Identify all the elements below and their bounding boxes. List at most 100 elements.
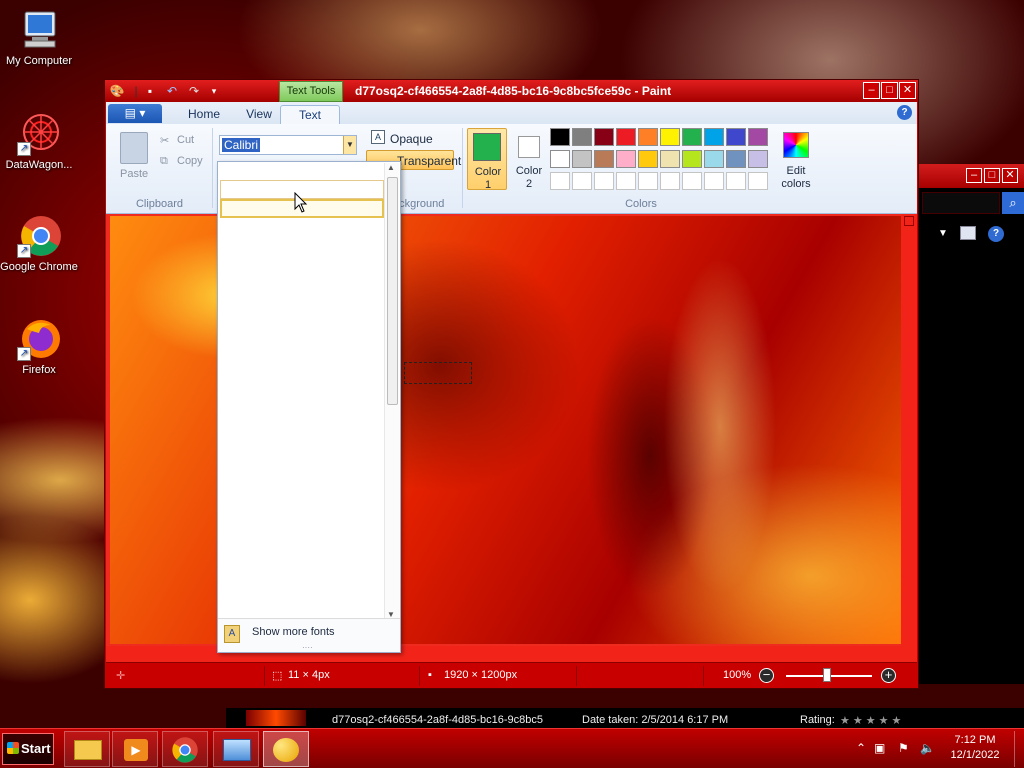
font-family-dropdown[interactable]: ▲ ▼ A Show more fonts ····: [217, 161, 401, 653]
scroll-up-icon[interactable]: [904, 216, 914, 226]
palette-swatch[interactable]: [660, 128, 680, 146]
customize-qat-icon[interactable]: ▾: [205, 82, 223, 100]
palette-swatch[interactable]: [704, 150, 724, 168]
palette-swatch[interactable]: [726, 128, 746, 146]
show-hidden-icons-icon[interactable]: ⌃: [856, 741, 866, 755]
help-icon[interactable]: ?: [988, 226, 1004, 242]
palette-swatch[interactable]: [572, 172, 592, 190]
palette-swatch[interactable]: [572, 128, 592, 146]
desktop-icon-firefox[interactable]: ↗ Firefox: [0, 317, 79, 376]
cut-icon[interactable]: ✂: [160, 134, 169, 147]
save-icon[interactable]: ▪: [141, 82, 159, 100]
palette-swatch[interactable]: [550, 128, 570, 146]
pane-view-icon[interactable]: [960, 226, 976, 240]
tab-view[interactable]: View: [234, 105, 284, 124]
background-window-search-input[interactable]: [922, 192, 1000, 214]
palette-swatch[interactable]: [748, 150, 768, 168]
zoom-in-icon[interactable]: +: [881, 668, 896, 683]
font-list-scroll-thumb[interactable]: [387, 177, 398, 405]
copy-button[interactable]: Copy: [177, 155, 203, 167]
palette-swatch[interactable]: [638, 128, 658, 146]
rating-stars-icon[interactable]: ★★★★★: [840, 714, 904, 727]
volume-icon[interactable]: 🔈: [920, 741, 935, 755]
palette-swatch[interactable]: [660, 172, 680, 190]
taskbar-file-explorer[interactable]: [64, 731, 110, 767]
zoom-out-icon[interactable]: −: [759, 668, 774, 683]
background-window[interactable]: – □ ✕ ⌕ ▼ ?: [918, 164, 1024, 684]
copy-icon[interactable]: ⧉: [160, 155, 168, 168]
palette-swatch[interactable]: [704, 172, 724, 190]
palette-swatch[interactable]: [616, 128, 636, 146]
chevron-down-icon[interactable]: ▼: [343, 136, 356, 154]
edit-colors-button[interactable]: Edit colors: [775, 128, 817, 190]
cut-button[interactable]: Cut: [177, 134, 194, 146]
tab-home[interactable]: Home: [174, 105, 234, 124]
system-clock[interactable]: 7:12 PM 12/1/2022: [940, 733, 1010, 763]
paste-button[interactable]: Paste: [120, 168, 148, 180]
zoom-slider-thumb[interactable]: [823, 668, 831, 682]
dropdown-arrow-icon[interactable]: ▼: [938, 228, 948, 239]
palette-swatch[interactable]: [682, 172, 702, 190]
taskbar-control-panel[interactable]: [213, 731, 259, 767]
maximize-icon[interactable]: □: [881, 82, 898, 99]
show-more-fonts-button[interactable]: A Show more fonts ····: [218, 618, 400, 652]
palette-swatch[interactable]: [616, 172, 636, 190]
palette-swatch[interactable]: [704, 128, 724, 146]
close-icon[interactable]: ✕: [1002, 168, 1018, 183]
paint-app-icon[interactable]: 🎨: [108, 82, 126, 100]
redo-icon[interactable]: ↷: [185, 82, 203, 100]
show-desktop-button[interactable]: [1014, 731, 1024, 767]
color2-button[interactable]: Color 2: [510, 128, 548, 190]
minimize-icon[interactable]: –: [966, 168, 982, 183]
help-icon[interactable]: ?: [897, 105, 912, 120]
palette-swatch[interactable]: [572, 150, 592, 168]
close-icon[interactable]: ✕: [899, 82, 916, 99]
taskbar-paint[interactable]: [263, 731, 309, 767]
palette-swatch[interactable]: [550, 172, 570, 190]
vertical-scrollbar[interactable]: [901, 214, 917, 646]
paste-icon[interactable]: [120, 132, 148, 164]
undo-icon[interactable]: ↶: [163, 82, 181, 100]
palette-swatch[interactable]: [748, 128, 768, 146]
taskbar-chrome[interactable]: [162, 731, 208, 767]
start-button[interactable]: Start: [2, 733, 54, 765]
palette-swatch[interactable]: [550, 150, 570, 168]
maximize-icon[interactable]: □: [984, 168, 1000, 183]
palette-swatch[interactable]: [638, 150, 658, 168]
minimize-icon[interactable]: –: [863, 82, 880, 99]
paint-titlebar[interactable]: 🎨 | ▪ ↶ ↷ ▾ Text Tools d77osq2-cf466554-…: [105, 80, 918, 102]
palette-swatch[interactable]: [638, 172, 658, 190]
paint-menu-button[interactable]: ▤ ▾: [108, 104, 162, 123]
palette-swatch[interactable]: [726, 172, 746, 190]
window-title: d77osq2-cf466554-2a8f-4d85-bc16-9c8bc5fc…: [355, 84, 672, 98]
transparent-label: Transparent: [397, 154, 462, 168]
palette-swatch[interactable]: [594, 172, 614, 190]
palette-swatch[interactable]: [682, 150, 702, 168]
font-list-scrollbar[interactable]: ▲ ▼: [384, 163, 399, 619]
opaque-button[interactable]: Opaque: [390, 132, 433, 146]
image-size: 1920 × 1200px: [444, 669, 518, 681]
search-icon[interactable]: ⌕: [1002, 192, 1024, 214]
tab-text[interactable]: Text: [280, 105, 340, 124]
palette-swatch[interactable]: [594, 128, 614, 146]
color1-button[interactable]: Color 1: [467, 128, 507, 191]
action-center-flag-icon[interactable]: ⚑: [898, 741, 909, 755]
palette-swatch[interactable]: [748, 172, 768, 190]
taskbar-media-player[interactable]: ▶: [112, 731, 158, 767]
desktop-icon-datawagon[interactable]: ↗ DataWagon...: [0, 112, 79, 171]
scroll-up-icon[interactable]: ▲: [387, 163, 395, 172]
network-icon[interactable]: ▣: [874, 741, 885, 755]
palette-swatch[interactable]: [660, 150, 680, 168]
color-palette[interactable]: [550, 128, 772, 194]
font-family-input[interactable]: Calibri ▼: [219, 135, 357, 155]
palette-swatch[interactable]: [682, 128, 702, 146]
fonts-folder-icon: A: [224, 625, 240, 643]
palette-swatch[interactable]: [616, 150, 636, 168]
palette-swatch[interactable]: [726, 150, 746, 168]
background-window-titlebar[interactable]: – □ ✕: [918, 164, 1024, 188]
desktop-icon-my-computer[interactable]: My Computer: [0, 8, 79, 67]
resize-grip-icon[interactable]: ····: [302, 643, 313, 652]
palette-swatch[interactable]: [594, 150, 614, 168]
desktop-icon-google-chrome[interactable]: ↗ Google Chrome: [0, 214, 79, 273]
text-box-selection[interactable]: [404, 362, 472, 384]
